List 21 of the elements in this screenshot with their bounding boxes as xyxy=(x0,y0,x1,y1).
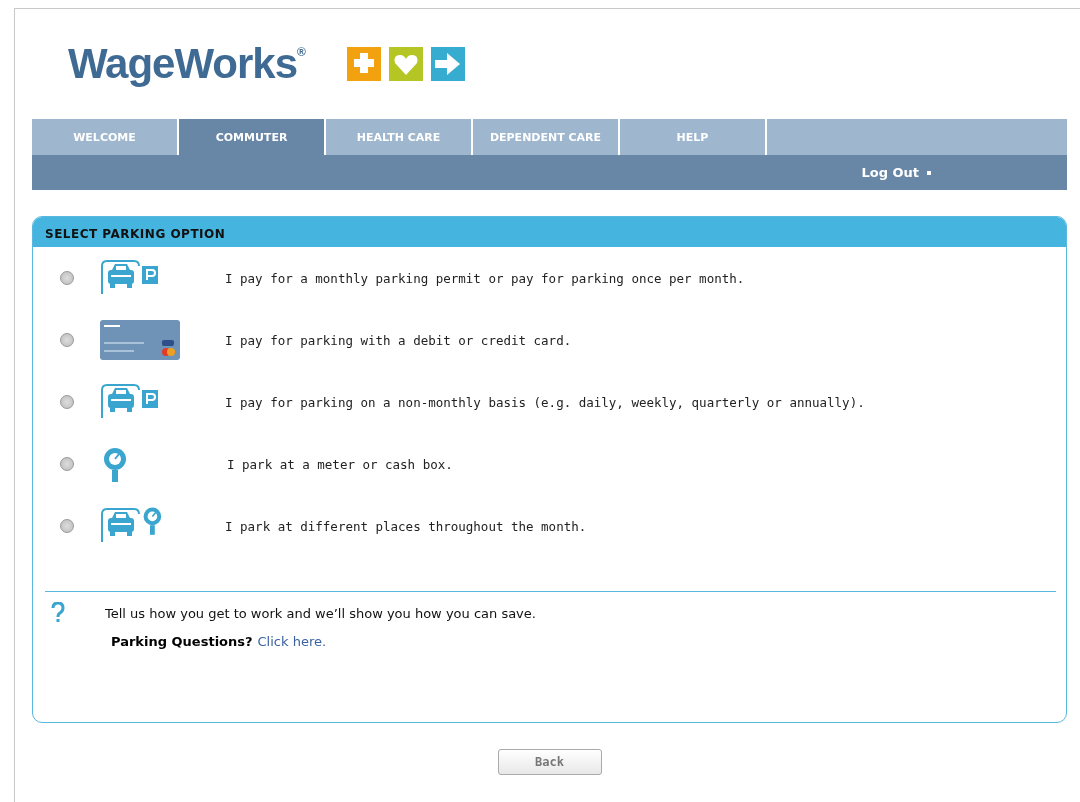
radio-button[interactable] xyxy=(60,457,74,471)
option-label: I pay for parking on a non-monthly basis (e.g. daily, weekly, quarterly or annually). xyxy=(225,394,865,410)
nav-tab[interactable]: COMMUTER xyxy=(179,119,326,155)
help-icon xyxy=(51,602,65,624)
option-label: I park at different places throughout the month. xyxy=(225,518,587,534)
radio-button[interactable] xyxy=(60,271,74,285)
radio-button[interactable] xyxy=(60,395,74,409)
logo-text: WageWorks$^{®}$ xyxy=(68,40,305,88)
help-text: Tell us how you get to work and we’ll show you how you can save. xyxy=(105,605,536,621)
radio-button[interactable] xyxy=(60,519,74,533)
click-here-link[interactable]: Click here. xyxy=(257,634,327,649)
credit-card-icon xyxy=(100,320,180,360)
radio-button[interactable] xyxy=(60,333,74,347)
panel-title: SELECT PARKING OPTION xyxy=(33,217,1066,247)
back-button[interactable]: Back xyxy=(497,749,602,775)
option-label: I pay for a monthly parking permit or pay for parking once per month. xyxy=(225,270,745,286)
option-label: I park at a meter or cash box. xyxy=(227,456,453,472)
logout-link[interactable]: Log Out xyxy=(861,165,931,180)
questions-label: Parking Questions? xyxy=(111,634,253,649)
option-label: I pay for parking with a debit or credit card. xyxy=(225,332,572,348)
parking-meter-icon xyxy=(102,446,128,482)
